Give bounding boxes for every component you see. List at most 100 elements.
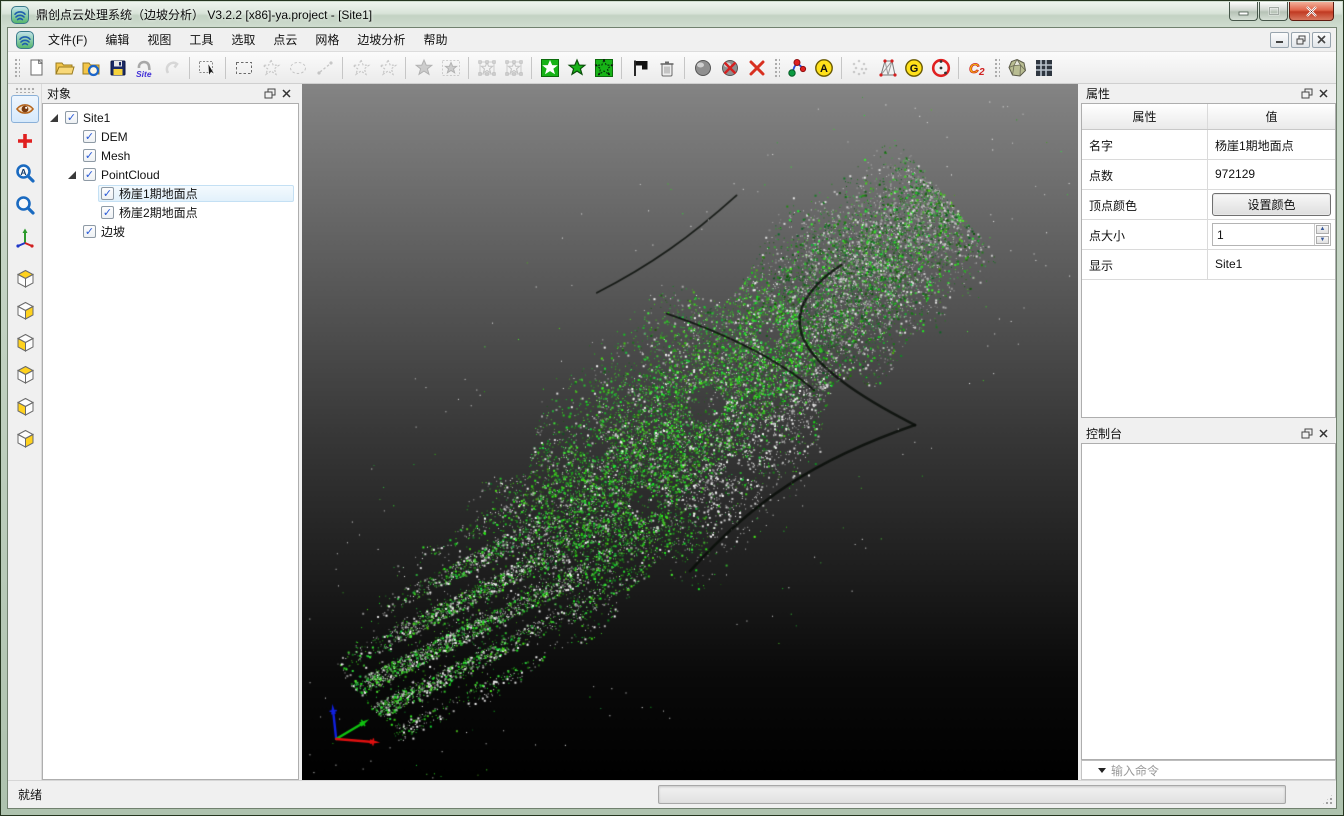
console-output[interactable] [1081, 443, 1336, 760]
tree-item-body[interactable]: ✓ Site1 [62, 109, 294, 126]
tree-item-label[interactable]: 杨崖2期地面点 [119, 204, 198, 221]
checkbox-checked-icon[interactable]: ✓ [83, 149, 96, 162]
minimize-button[interactable] [1229, 2, 1258, 21]
menu-item-help[interactable]: 帮助 [414, 28, 456, 51]
segment-crop-icon[interactable] [590, 54, 617, 81]
axis-gizmo-icon[interactable] [11, 223, 39, 251]
view-front-icon[interactable] [11, 327, 39, 355]
view-bottom-icon[interactable] [11, 295, 39, 323]
segment-star-icon[interactable] [563, 54, 590, 81]
view-back-icon[interactable] [11, 359, 39, 387]
tree-item-body[interactable]: ✓ Mesh [80, 147, 294, 164]
title-bar[interactable]: 鼎创点云处理系统（边坡分析） V3.2.2 [x86]-ya.project -… [2, 2, 1342, 27]
save-project-icon[interactable] [104, 54, 131, 81]
polyhedron-view-icon[interactable] [1003, 54, 1030, 81]
visibility-eye-icon[interactable] [11, 95, 39, 123]
annotation-a-icon[interactable]: A [810, 54, 837, 81]
point-size-value[interactable]: 1 [1217, 228, 1224, 242]
viewport-canvas[interactable] [302, 84, 1078, 780]
delete-trash-icon[interactable] [653, 54, 680, 81]
toolbar-grip[interactable] [15, 87, 35, 93]
float-panel-icon[interactable] [262, 87, 278, 101]
tree-item-label[interactable]: Site1 [83, 111, 110, 125]
menu-item-file[interactable]: 文件(F) [39, 28, 96, 51]
checkbox-checked-icon[interactable]: ✓ [83, 225, 96, 238]
pick-select-icon[interactable] [194, 54, 221, 81]
checkbox-checked-icon[interactable]: ✓ [101, 206, 114, 219]
tree-item-label[interactable]: PointCloud [101, 168, 160, 182]
tree-item-pointcloud[interactable]: ✓ PointCloud [43, 165, 298, 184]
maximize-button[interactable] [1259, 2, 1288, 21]
tree-item-body[interactable]: ✓ PointCloud [80, 166, 294, 183]
grid-table-icon[interactable] [1030, 54, 1057, 81]
tree-item-yangya-phase1[interactable]: ✓ 杨崖1期地面点 [43, 184, 298, 203]
checkbox-checked-icon[interactable]: ✓ [65, 111, 78, 124]
command-dropdown-icon[interactable] [1098, 768, 1106, 777]
set-color-button[interactable]: 设置颜色 [1212, 193, 1331, 216]
checkbox-checked-icon[interactable]: ✓ [101, 187, 114, 200]
open-search-icon[interactable] [77, 54, 104, 81]
viewport-3d[interactable] [302, 84, 1078, 780]
menu-item-pointcloud[interactable]: 点云 [264, 28, 306, 51]
checkbox-checked-icon[interactable]: ✓ [83, 168, 96, 181]
tree-expander-icon[interactable] [49, 113, 59, 123]
add-object-icon[interactable] [11, 127, 39, 155]
spinner-down-icon[interactable]: ▼ [1316, 236, 1329, 245]
tree-item-mesh[interactable]: ✓ Mesh [43, 146, 298, 165]
tree-item-yangya-phase2[interactable]: ✓ 杨崖2期地面点 [43, 203, 298, 222]
import-site-icon[interactable]: Site [131, 54, 158, 81]
menu-item-view[interactable]: 视图 [138, 28, 180, 51]
spinner-up-icon[interactable]: ▲ [1316, 225, 1329, 234]
tree-item-label[interactable]: 杨崖1期地面点 [119, 185, 198, 202]
c2c-compare-icon[interactable]: C2 [963, 54, 990, 81]
segment-keep-icon[interactable] [536, 54, 563, 81]
command-input[interactable]: 输入命令 [1081, 760, 1336, 780]
checkbox-checked-icon[interactable]: ✓ [83, 130, 96, 143]
close-panel-icon[interactable] [1315, 427, 1331, 441]
tree-item-body[interactable]: ✓ DEM [80, 128, 294, 145]
mdi-restore-button[interactable] [1291, 32, 1310, 48]
tree-item-body[interactable]: ✓ 杨崖2期地面点 [98, 204, 294, 221]
smooth-sphere-icon[interactable] [689, 54, 716, 81]
registration-icon[interactable] [783, 54, 810, 81]
tree-item-body[interactable]: ✓ 边坡 [80, 223, 294, 240]
close-panel-icon[interactable] [278, 87, 294, 101]
remove-outliers-icon[interactable] [716, 54, 743, 81]
tree-item-label[interactable]: Mesh [101, 149, 130, 163]
zoom-fit-icon[interactable]: A [11, 159, 39, 187]
menu-item-mesh[interactable]: 网格 [306, 28, 348, 51]
menu-item-edit[interactable]: 编辑 [96, 28, 138, 51]
geoid-g-icon[interactable]: G [900, 54, 927, 81]
tree-expander-icon[interactable] [67, 170, 77, 180]
zoom-select-icon[interactable] [11, 191, 39, 219]
tree-item-body[interactable]: ✓ 杨崖1期地面点 [98, 185, 294, 202]
float-panel-icon[interactable] [1299, 427, 1315, 441]
toolbar-grip[interactable] [773, 57, 780, 79]
mesh-tool-icon[interactable] [873, 54, 900, 81]
rect-select-icon[interactable] [230, 54, 257, 81]
delete-points-icon[interactable] [743, 54, 770, 81]
open-project-icon[interactable] [50, 54, 77, 81]
resize-grip[interactable] [1321, 793, 1334, 806]
tree-item-dem[interactable]: ✓ DEM [43, 127, 298, 146]
close-button[interactable] [1289, 2, 1334, 21]
view-top-icon[interactable] [11, 263, 39, 291]
mdi-minimize-button[interactable] [1270, 32, 1289, 48]
view-left-icon[interactable] [11, 391, 39, 419]
mdi-close-button[interactable] [1312, 32, 1331, 48]
tree-item-site1[interactable]: ✓ Site1 [43, 108, 298, 127]
toolbar-grip[interactable] [993, 57, 1000, 79]
new-file-icon[interactable] [23, 54, 50, 81]
menu-item-tools[interactable]: 工具 [180, 28, 222, 51]
tree-item-slope[interactable]: ✓ 边坡 [43, 222, 298, 241]
point-size-spinner[interactable]: 1 ▲ ▼ [1212, 223, 1331, 246]
view-right-icon[interactable] [11, 423, 39, 451]
close-panel-icon[interactable] [1315, 87, 1331, 101]
tree-item-label[interactable]: DEM [101, 130, 128, 144]
toolbar-grip[interactable] [13, 57, 20, 79]
circle-fit-icon[interactable] [927, 54, 954, 81]
classify-flag-icon[interactable] [626, 54, 653, 81]
tree-item-label[interactable]: 边坡 [101, 223, 125, 240]
menu-item-select[interactable]: 选取 [222, 28, 264, 51]
menu-item-slope-analysis[interactable]: 边坡分析 [348, 28, 414, 51]
